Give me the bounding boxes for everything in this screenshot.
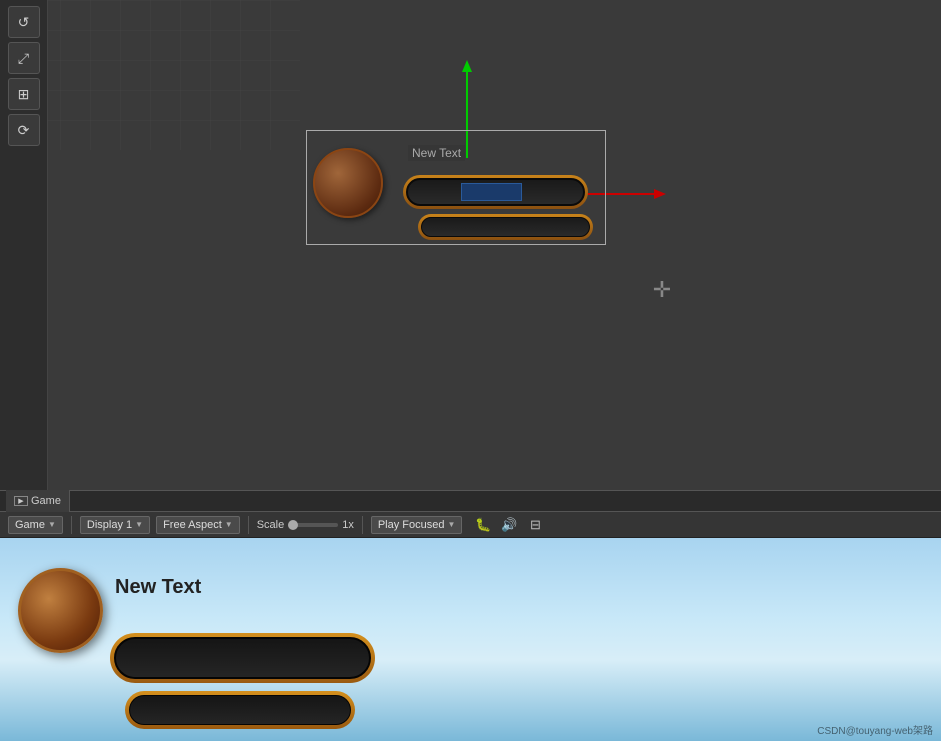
play-focused-dropdown[interactable]: Play Focused ▼ xyxy=(371,516,463,534)
rotate-tool-button[interactable]: ↺ xyxy=(8,6,40,38)
transform-tool-button[interactable]: ⟳ xyxy=(8,114,40,146)
game-new-text-label: New Text xyxy=(115,576,201,599)
x-axis-gizmo xyxy=(576,193,656,195)
game-sphere-object xyxy=(18,568,103,653)
display-dropdown-label: Display 1 xyxy=(87,519,132,531)
top-bar-blue-section xyxy=(461,183,522,201)
top-bar-inner xyxy=(406,178,585,206)
game-tab-icon: ▶ xyxy=(14,496,28,506)
left-toolbar: ↺ ⤢ ⊞ ⟳ xyxy=(0,0,48,490)
display-dropdown[interactable]: Display 1 ▼ xyxy=(80,516,150,534)
game-top-bar xyxy=(110,633,375,683)
game-toolbar: Game ▼ Display 1 ▼ Free Aspect ▼ Scale 1… xyxy=(0,512,941,538)
scale-section: Scale 1x xyxy=(257,519,354,531)
move-gizmo: ✛ xyxy=(653,277,671,303)
layout-button[interactable]: ⊟ xyxy=(524,516,546,534)
separator-1 xyxy=(71,516,72,534)
bottom-bar-scene[interactable] xyxy=(418,214,593,240)
game-bottom-bar-inner xyxy=(129,695,351,725)
scale-text: Scale xyxy=(257,519,285,531)
separator-3 xyxy=(362,516,363,534)
scene-new-text-label: New Text xyxy=(408,145,465,161)
tab-bar: ▶ Game xyxy=(0,490,941,512)
sphere-object-scene[interactable] xyxy=(313,148,383,218)
bug-button[interactable]: 🐛 xyxy=(472,516,494,534)
play-focused-label: Play Focused xyxy=(378,519,445,531)
scene-view: ↺ ⤢ ⊞ ⟳ New Text ✛ xyxy=(0,0,941,490)
bottom-bar-inner xyxy=(421,217,590,237)
aspect-dropdown[interactable]: Free Aspect ▼ xyxy=(156,516,240,534)
scale-tool-button[interactable]: ⤢ xyxy=(8,42,40,74)
aspect-dropdown-arrow: ▼ xyxy=(225,520,233,529)
display-dropdown-arrow: ▼ xyxy=(135,520,143,529)
top-bar-scene[interactable] xyxy=(403,175,588,209)
scene-content: New Text ✛ xyxy=(48,0,941,490)
mute-button[interactable]: 🔊 xyxy=(498,516,520,534)
rect-tool-button[interactable]: ⊞ xyxy=(8,78,40,110)
toolbar-icons: 🐛 🔊 ⊟ xyxy=(472,516,546,534)
separator-2 xyxy=(248,516,249,534)
game-tab[interactable]: ▶ Game xyxy=(6,490,70,512)
play-focused-arrow: ▼ xyxy=(448,520,456,529)
aspect-dropdown-label: Free Aspect xyxy=(163,519,222,531)
y-axis-gizmo xyxy=(466,68,468,158)
game-dropdown-label: Game xyxy=(15,519,45,531)
scale-slider[interactable] xyxy=(288,523,338,527)
game-bottom-bar xyxy=(125,691,355,729)
game-tab-label: Game xyxy=(31,495,61,507)
game-dropdown-arrow: ▼ xyxy=(48,520,56,529)
watermark: CSDN@touyang-web架路 xyxy=(817,722,933,737)
game-view: New Text CSDN@touyang-web架路 xyxy=(0,538,941,741)
game-dropdown[interactable]: Game ▼ xyxy=(8,516,63,534)
scale-value: 1x xyxy=(342,519,354,531)
game-top-bar-inner xyxy=(114,637,371,679)
